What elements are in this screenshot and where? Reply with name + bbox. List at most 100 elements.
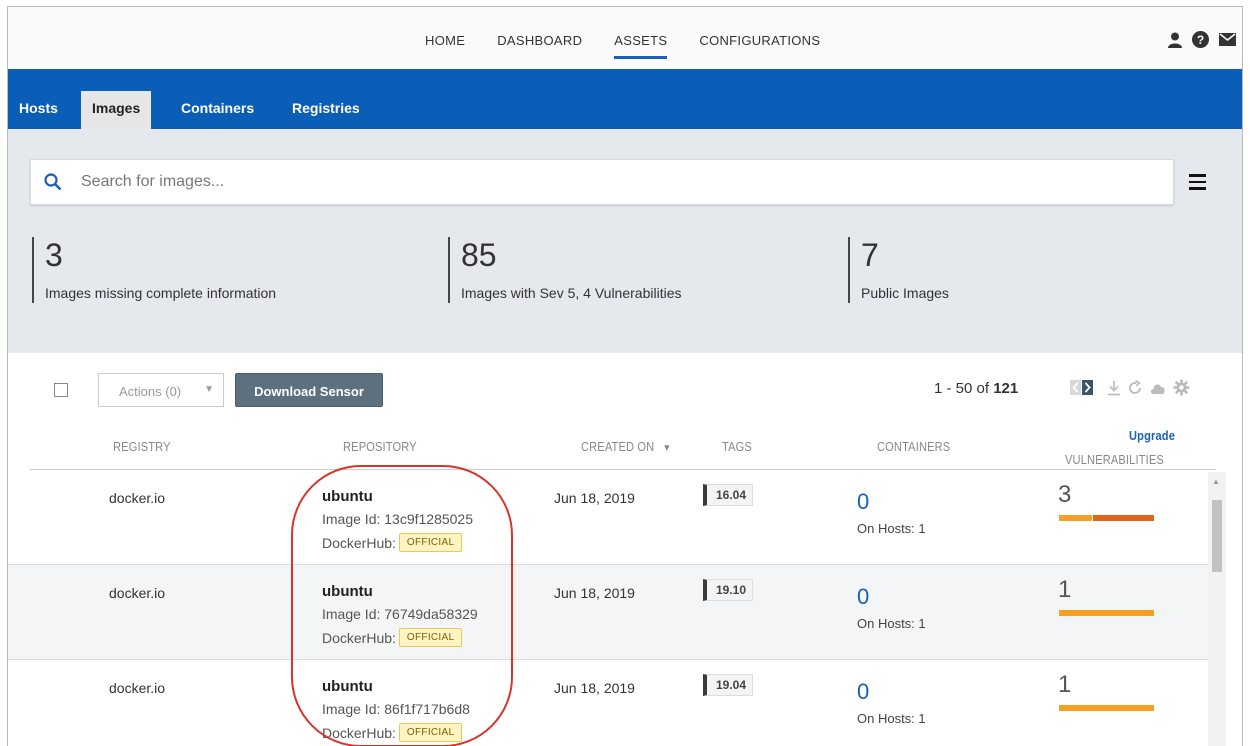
tag-badge[interactable]: 19.04 [703,674,754,696]
top-navigation: HOME DASHBOARD ASSETS CONFIGURATIONS ? [8,7,1242,69]
col-header-created-on[interactable]: CREATED ON ▼ [581,439,671,454]
dockerhub-label: DockerHub: [322,724,396,741]
user-tools: ? [1168,31,1236,53]
nav-configurations[interactable]: CONFIGURATIONS [699,33,820,48]
container-count[interactable]: 0 [857,584,926,610]
stat-public-images[interactable]: 7 Public Images [848,237,949,303]
hosts-count: On Hosts: 1 [857,521,926,536]
severity-bar-medium [1059,515,1092,521]
dockerhub-info: DockerHub: OFFICIAL [322,533,473,552]
repository-cell: ubuntu Image Id: 76749da58329 DockerHub:… [322,583,478,647]
registry-cell: docker.io [109,490,166,506]
severity-bar-medium [1059,705,1154,711]
nav-dashboard[interactable]: DASHBOARD [497,33,582,48]
user-icon[interactable] [1168,32,1182,53]
official-badge: OFFICIAL [398,533,463,552]
vulnerability-cell: 1 [1058,578,1071,602]
table-row[interactable]: docker.io ubuntu Image Id: 13c9f1285025 … [8,470,1208,565]
dockerhub-label: DockerHub: [322,534,396,551]
dockerhub-info: DockerHub: OFFICIAL [322,628,478,647]
stat-value: 7 [861,237,879,273]
repository-cell: ubuntu Image Id: 13c9f1285025 DockerHub:… [322,488,473,552]
repo-name[interactable]: ubuntu [322,678,470,695]
repo-name[interactable]: ubuntu [322,488,473,505]
sort-desc-icon: ▼ [662,443,672,454]
nav-home[interactable]: HOME [425,33,465,48]
container-count[interactable]: 0 [857,489,926,515]
actions-dropdown[interactable]: Actions (0) ▼ [98,373,224,407]
severity-bar-high [1093,515,1154,521]
menu-icon[interactable] [1189,174,1207,190]
pager-total: 121 [993,380,1019,397]
severity-bar-medium [1059,610,1154,616]
containers-cell: 0 On Hosts: 1 [857,679,926,726]
registry-cell: docker.io [109,585,166,601]
dockerhub-info: DockerHub: OFFICIAL [322,723,470,742]
registry-cell: docker.io [109,680,166,696]
nav-assets[interactable]: ASSETS [614,33,668,59]
upgrade-link[interactable]: Upgrade [1129,428,1175,443]
svg-text:?: ? [1197,33,1204,47]
tab-containers[interactable]: Containers [170,91,265,129]
tag-badge[interactable]: 19.10 [703,579,754,601]
actions-label: Actions (0) [119,384,182,399]
col-header-registry[interactable]: REGISTRY [113,439,171,454]
hosts-count: On Hosts: 1 [857,616,926,631]
search-input[interactable] [81,170,1081,194]
vulnerability-count[interactable]: 1 [1058,578,1071,602]
hosts-count: On Hosts: 1 [857,711,926,726]
table-row[interactable]: docker.io ubuntu Image Id: 86f1f717b6d8 … [8,660,1208,746]
search-icon[interactable] [44,173,62,196]
scrollbar-thumb[interactable] [1212,500,1222,572]
created-cell: Jun 18, 2019 [554,585,635,601]
pager-range: 1 - 50 of [934,380,990,397]
stat-sev-vulnerabilities[interactable]: 85 Images with Sev 5, 4 Vulnerabilities [448,237,681,303]
stat-value: 3 [45,237,63,273]
chevron-down-icon: ▼ [204,384,214,395]
stat-missing-info[interactable]: 3 Images missing complete information [32,237,276,303]
col-header-tags[interactable]: TAGS [722,439,752,454]
official-badge: OFFICIAL [398,628,463,647]
help-icon[interactable]: ? [1192,31,1209,53]
vulnerability-count[interactable]: 3 [1058,483,1071,507]
refresh-icon[interactable] [1127,379,1143,401]
containers-cell: 0 On Hosts: 1 [857,584,926,631]
col-header-containers[interactable]: CONTAINERS [877,439,950,454]
next-page-icon[interactable] [1082,380,1093,400]
tag-badge[interactable]: 16.04 [703,484,754,506]
download-icon[interactable] [1107,380,1121,401]
search-bar [30,159,1174,205]
stat-value: 85 [461,237,497,273]
created-on-label: CREATED ON [581,439,655,454]
created-cell: Jun 18, 2019 [554,490,635,506]
col-header-vulnerabilities[interactable]: VULNERABILITIES [1065,452,1164,467]
pagination-info: 1 - 50 of 121 [934,380,1018,397]
table-row[interactable]: docker.io ubuntu Image Id: 76749da58329 … [8,565,1208,660]
gear-icon[interactable] [1173,379,1190,401]
repo-name[interactable]: ubuntu [322,583,478,600]
mail-icon[interactable] [1219,33,1236,51]
created-cell: Jun 18, 2019 [554,680,635,696]
image-id: Image Id: 13c9f1285025 [322,511,474,527]
vulnerability-cell: 3 [1058,483,1071,507]
download-sensor-button[interactable]: Download Sensor [235,373,383,407]
col-header-repository[interactable]: REPOSITORY [343,439,417,454]
container-count[interactable]: 0 [857,679,926,705]
vulnerability-count[interactable]: 1 [1058,673,1071,697]
scroll-up-icon[interactable]: ▲ [1212,477,1220,486]
tab-hosts[interactable]: Hosts [8,91,69,129]
prev-page-icon[interactable] [1070,380,1081,400]
image-id: Image Id: 76749da58329 [322,606,478,622]
tab-registries[interactable]: Registries [281,91,371,129]
select-all-checkbox[interactable] [54,383,68,397]
stat-label: Images with Sev 5, 4 Vulnerabilities [461,285,682,301]
tab-images[interactable]: Images [81,91,152,129]
image-id: Image Id: 86f1f717b6d8 [322,701,470,717]
stat-label: Images missing complete information [45,285,277,301]
cloud-icon[interactable] [1149,381,1167,400]
containers-cell: 0 On Hosts: 1 [857,489,926,536]
table-scrollbar[interactable]: ▲ [1208,472,1226,746]
main-menu: HOME DASHBOARD ASSETS CONFIGURATIONS [425,33,852,59]
repository-cell: ubuntu Image Id: 86f1f717b6d8 DockerHub:… [322,678,470,742]
vulnerability-cell: 1 [1058,673,1071,697]
